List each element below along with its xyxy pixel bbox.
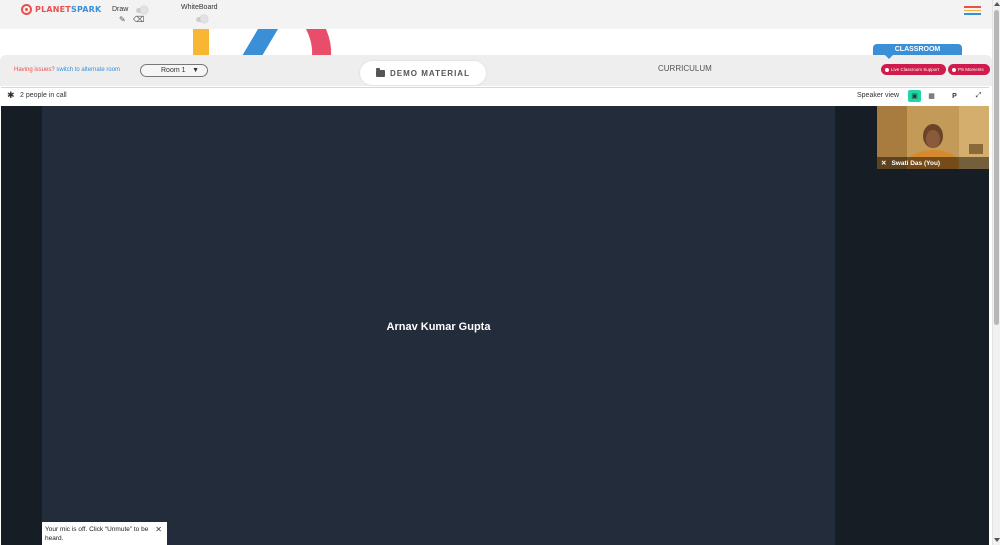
draw-toggle[interactable] xyxy=(136,6,148,14)
support-icon xyxy=(885,67,889,72)
ps-moments-button[interactable]: PS Moments xyxy=(948,64,990,75)
demo-material-button[interactable]: DEMO MATERIAL xyxy=(360,61,486,85)
eraser-icon[interactable]: ⌫ xyxy=(133,16,144,24)
live-classroom-support-button[interactable]: Live Classroom Support xyxy=(881,64,946,75)
toast-message: Your mic is off. Click “Unmute” to be he… xyxy=(45,526,149,542)
planetspark-logo[interactable]: PLANETSPARK xyxy=(21,4,101,15)
whiteboard-toggle[interactable] xyxy=(196,15,208,23)
hamburger-menu-icon[interactable] xyxy=(964,6,981,15)
moments-icon xyxy=(952,67,956,72)
dropdown-caret-icon: ▼ xyxy=(192,67,199,74)
people-count: 2 people in call xyxy=(20,92,67,99)
mic-off-toast: Your mic is off. Click “Unmute” to be he… xyxy=(42,522,167,545)
self-name-label: Swati Das (You) xyxy=(891,159,941,167)
live-support-label: Live Classroom Support xyxy=(891,67,940,72)
room-select[interactable]: Room 1 ▼ xyxy=(140,64,208,77)
gear-icon[interactable]: ✱ xyxy=(7,90,15,101)
folder-icon xyxy=(376,67,386,77)
logo-text: PLANETSPARK xyxy=(35,5,102,14)
speaker-view-button[interactable]: ▣ xyxy=(908,90,921,102)
scroll-thumb[interactable] xyxy=(994,10,999,325)
whiteboard-label: WhiteBoard xyxy=(181,4,218,11)
demo-material-label: DEMO MATERIAL xyxy=(390,68,470,78)
grid-view-button[interactable]: ▦ xyxy=(925,90,938,102)
close-icon[interactable]: ✕ xyxy=(155,525,162,536)
ps-moments-label: PS Moments xyxy=(958,67,984,72)
main-participant-name: Arnav Kumar Gupta xyxy=(386,321,491,333)
classroom-tab[interactable]: CLASSROOM xyxy=(873,44,962,59)
curriculum-tab[interactable]: CURRICULUM xyxy=(658,64,712,73)
switch-room-link[interactable]: switch to alternate room xyxy=(56,67,120,73)
pin-button[interactable]: P xyxy=(948,90,961,102)
view-mode-label: Speaker view xyxy=(857,92,900,99)
main-video-tile[interactable]: Arnav Kumar Gupta xyxy=(42,106,835,545)
scroll-up-icon[interactable] xyxy=(994,2,1000,6)
scroll-down-icon[interactable] xyxy=(994,538,1000,542)
fullscreen-icon[interactable]: ⤢ xyxy=(972,90,985,102)
room-select-value: Room 1 xyxy=(161,67,186,74)
self-name-bar: ✕ Swati Das (You) xyxy=(877,157,989,169)
call-header: ✱ 2 people in call Speaker view ▣ ▦ P ⤢ xyxy=(1,87,989,105)
top-bar: PLANETSPARK Draw ✎ ⌫ WhiteBoard xyxy=(0,0,992,29)
issues-text: Having issues? switch to alternate room xyxy=(14,67,121,73)
page-scrollbar[interactable] xyxy=(992,0,1000,545)
logo-mark-icon xyxy=(21,4,32,15)
mic-off-icon: ✕ xyxy=(881,160,887,167)
draw-label: Draw xyxy=(112,6,129,13)
self-video-tile[interactable]: ✕ Swati Das (You) xyxy=(877,106,989,169)
pencil-icon[interactable]: ✎ xyxy=(119,16,126,24)
